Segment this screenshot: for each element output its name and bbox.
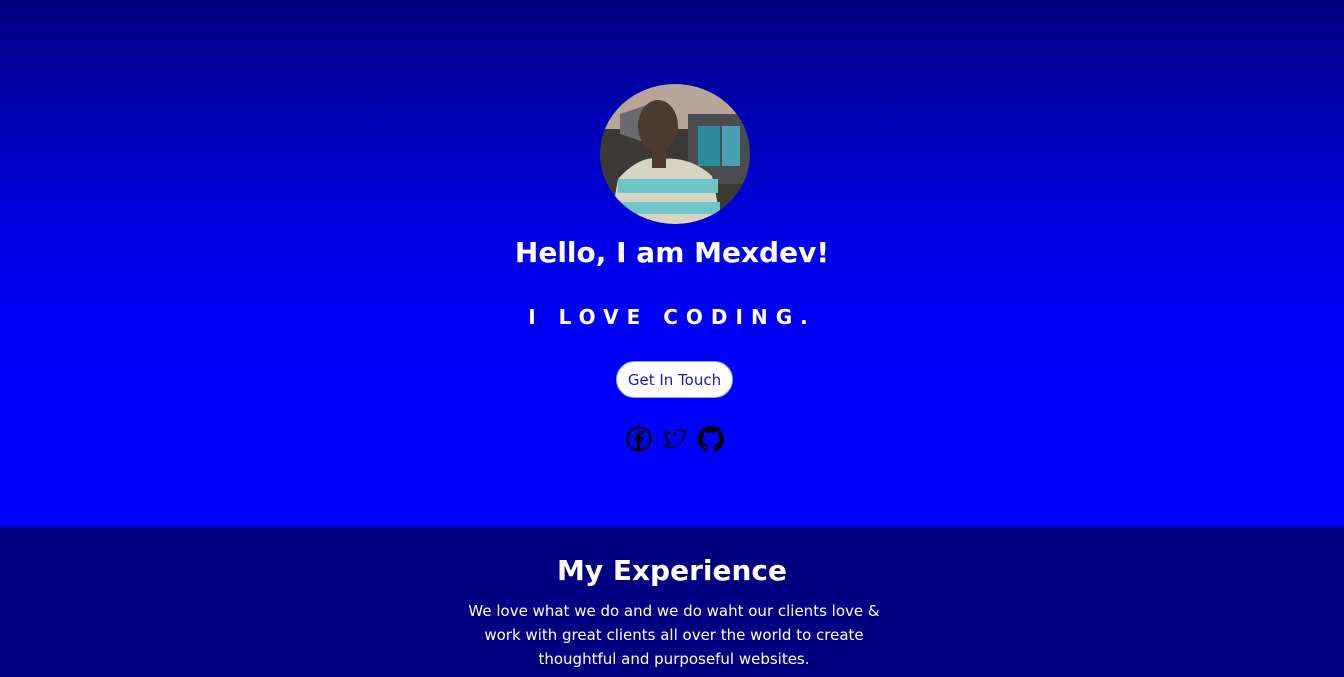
twitter-icon[interactable] — [662, 426, 688, 452]
github-icon[interactable] — [698, 426, 724, 452]
get-in-touch-button[interactable]: Get In Touch — [616, 361, 733, 398]
hero-greeting: Hello, I am Mexdev! — [514, 236, 830, 269]
hero-tagline: I LOVE CODING. — [528, 305, 816, 329]
profile-avatar — [600, 84, 750, 224]
hero-section: Hello, I am Mexdev! I LOVE CODING. Get I… — [0, 0, 1344, 527]
experience-section: My Experience We love what we do and we … — [0, 527, 1344, 677]
experience-title: My Experience — [556, 554, 787, 587]
experience-description: We love what we do and we do waht our cl… — [468, 602, 880, 668]
facebook-icon[interactable] — [626, 426, 652, 452]
social-links — [626, 426, 724, 452]
avatar-photo — [600, 84, 750, 224]
